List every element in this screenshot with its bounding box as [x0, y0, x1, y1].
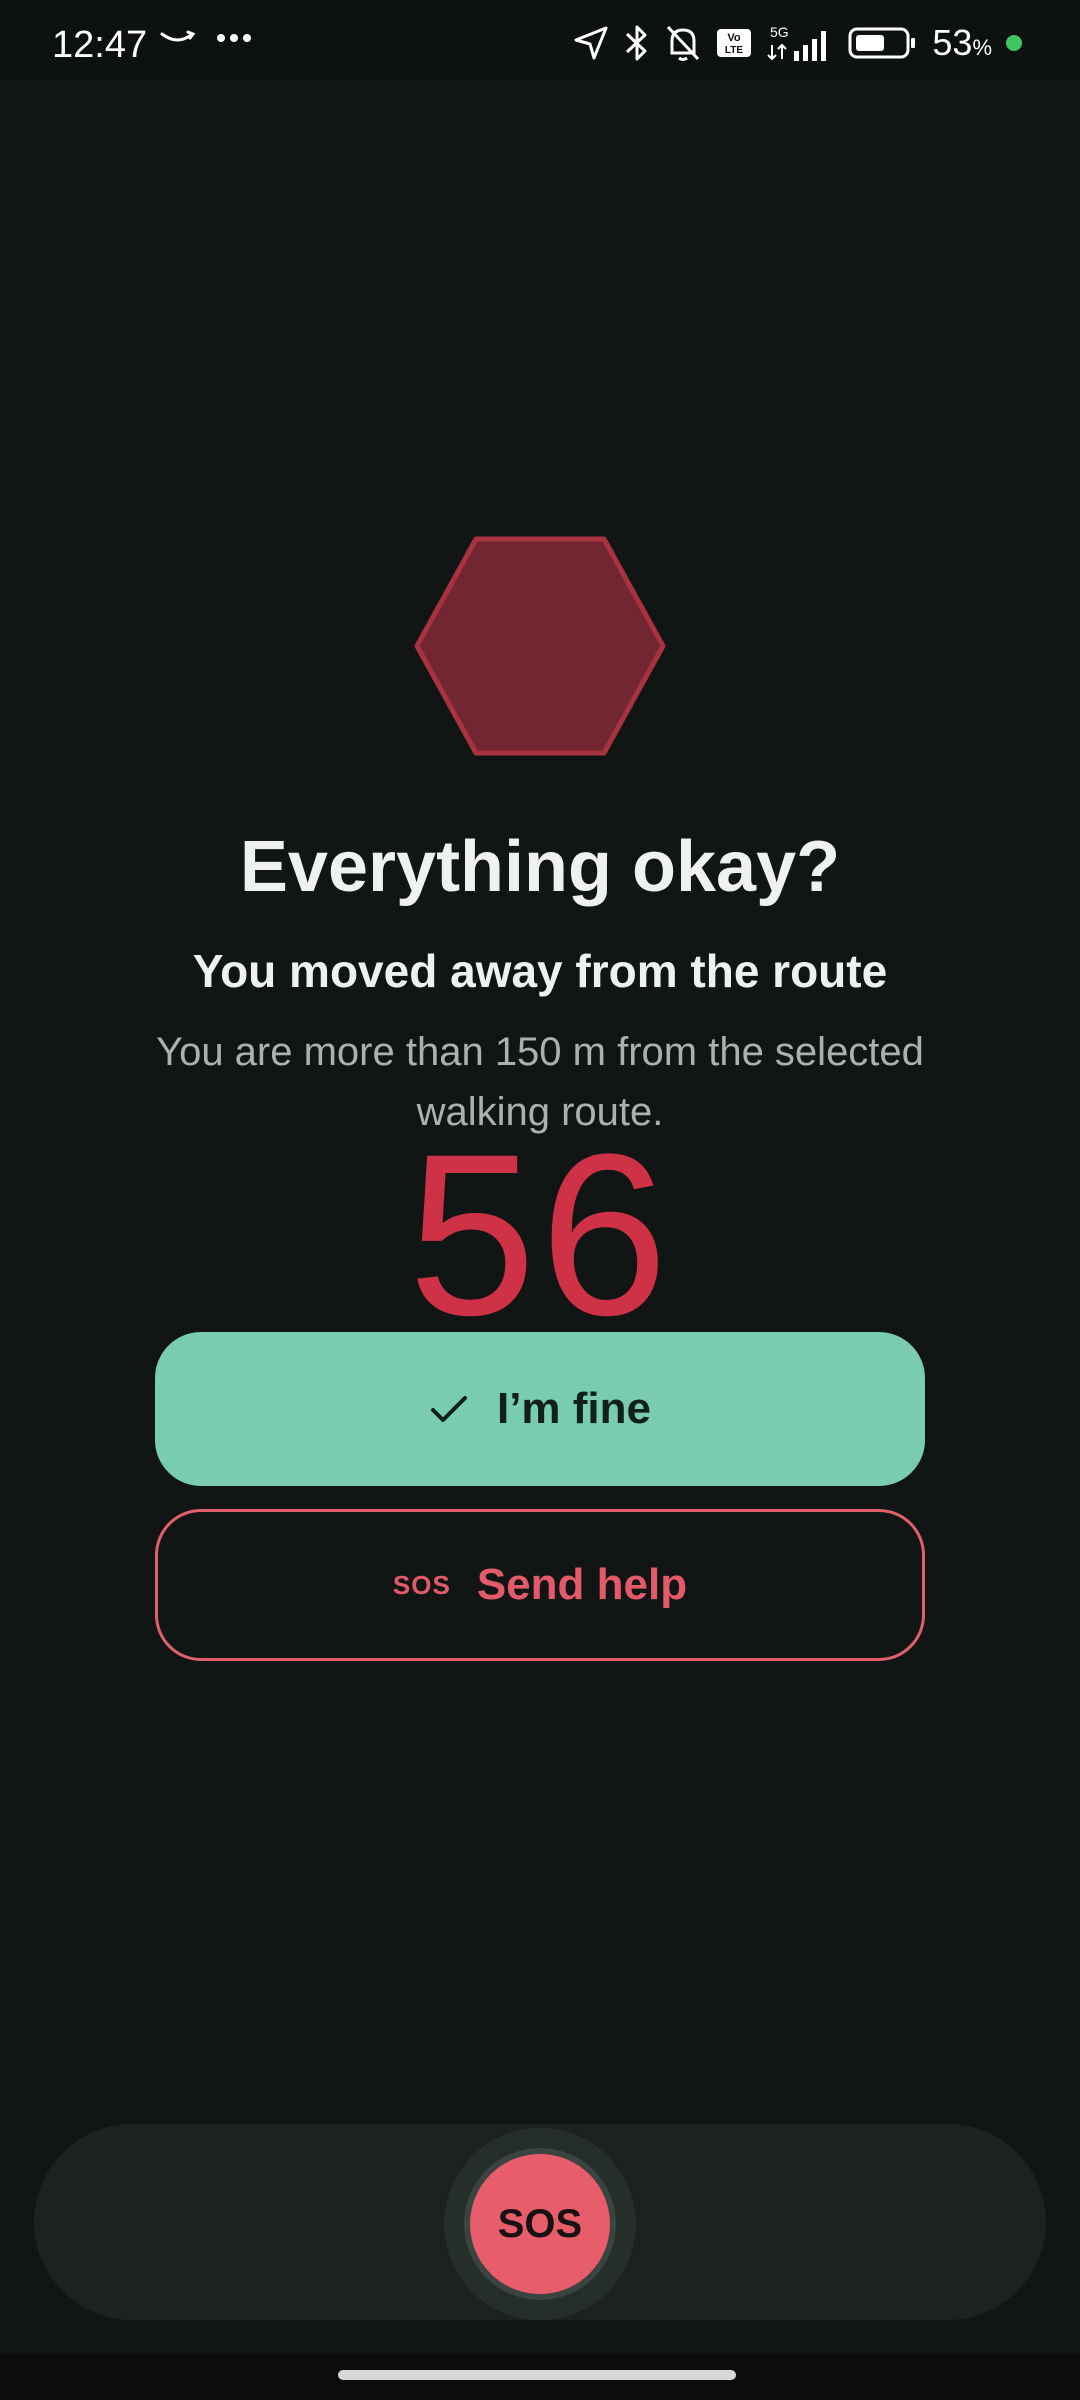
- volte-icon: Vo LTE: [717, 29, 752, 57]
- more-dots-icon: [217, 34, 251, 42]
- countdown-number: 56: [408, 1106, 672, 1363]
- svg-text:LTE: LTE: [725, 45, 743, 56]
- alert-subtitle: You moved away from the route: [192, 945, 888, 997]
- bell-muted-icon: [667, 25, 700, 61]
- signal-5g-icon: 5G: [767, 24, 827, 61]
- amazon-smile-icon: [160, 30, 196, 42]
- status-right-icons: Vo LTE 5G 53%: [572, 22, 1022, 64]
- im-fine-label: I’m fine: [496, 1384, 652, 1433]
- sos-icon: SOS: [392, 1569, 451, 1600]
- status-left-icons: [160, 28, 252, 48]
- home-indicator[interactable]: [338, 2370, 736, 2380]
- status-bar: 12:47 Vo LTE 5G 53%: [0, 0, 1080, 80]
- location-arrow-icon: [574, 26, 608, 60]
- send-help-button[interactable]: SOS Send help: [155, 1509, 925, 1661]
- alert-title: Everything okay?: [239, 827, 841, 907]
- bluetooth-icon: [626, 25, 647, 61]
- sos-button[interactable]: SOS: [464, 2148, 616, 2300]
- battery-percent: 53%: [932, 22, 992, 63]
- status-time: 12:47: [52, 24, 148, 66]
- hexagon-icon: [414, 536, 666, 756]
- privacy-indicator-dot: [1006, 35, 1022, 51]
- battery-icon: [848, 27, 916, 59]
- im-fine-button[interactable]: I’m fine: [155, 1332, 925, 1486]
- svg-text:5G: 5G: [770, 24, 789, 40]
- svg-text:Vo: Vo: [728, 32, 742, 44]
- check-icon: [430, 1396, 467, 1422]
- sos-button-label: SOS: [497, 2201, 583, 2246]
- send-help-label: Send help: [476, 1560, 688, 1609]
- screen: 12:47 Vo LTE 5G 53% Everything okay? You…: [0, 0, 1080, 2400]
